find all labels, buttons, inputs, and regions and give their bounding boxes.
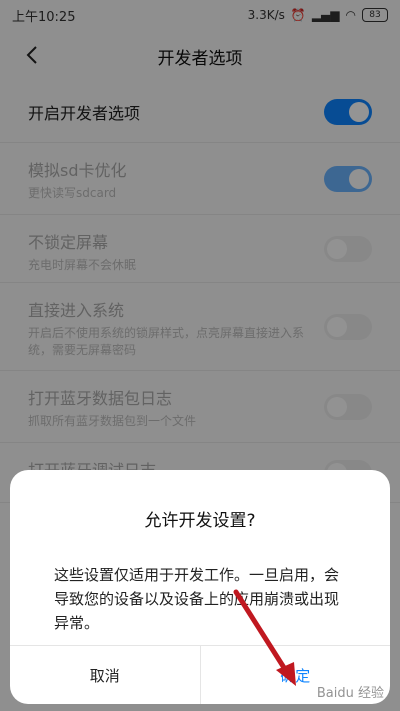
watermark: Baidu 经验 xyxy=(316,686,384,701)
allow-dev-settings-dialog: 允许开发设置? 这些设置仅适用于开发工作。一旦启用，会导致您的设备以及设备上的应… xyxy=(10,470,390,704)
cancel-button[interactable]: 取消 xyxy=(10,646,200,704)
annotation-arrow-icon xyxy=(233,589,296,686)
dialog-title: 允许开发设置? xyxy=(144,511,256,531)
